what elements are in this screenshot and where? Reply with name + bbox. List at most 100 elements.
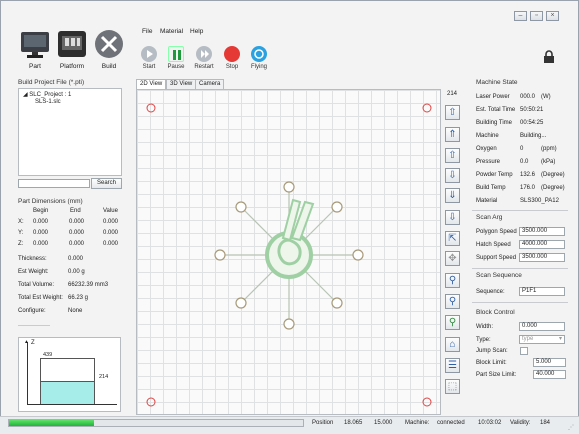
machine-state-key: Material [476,198,498,204]
menu-material[interactable]: Material [160,28,183,35]
configure-value: None [68,308,83,314]
minimize-button[interactable]: – [514,11,527,21]
tree-child[interactable]: SLS-1.slc [35,99,61,105]
scan-arg-title: Scan Arg [476,214,503,221]
tab-3d-view[interactable]: 3D View [166,79,197,89]
machine-state-value: 00:54:25 [520,120,544,126]
clock-time: 10:03:02 [478,420,502,426]
dim-x-axis: X: [18,219,24,225]
type-select[interactable]: type ▾ [519,335,565,344]
platform-label: Platform [59,63,85,70]
machine-state-key: Machine [476,133,499,139]
machine-state-unit: (W) [541,94,551,100]
move-up-icon[interactable]: ⇧ [445,105,460,120]
validity-value: 184 [540,420,551,426]
zoom-out-icon[interactable]: ⚲ [445,294,460,309]
position-label: Position [312,420,334,426]
layer-down-icon[interactable]: ⇩ [445,168,460,183]
dim-x-begin: 0.000 [33,219,49,225]
configure-label: Configure: [18,308,46,314]
dim-x-value: 0.000 [103,219,119,225]
dim-y-end: 0.000 [69,230,85,236]
build-progress-fill [9,420,95,426]
menu-help[interactable]: Help [190,28,203,35]
menu-file[interactable]: File [142,28,152,35]
flying-button[interactable] [251,46,267,62]
select-arrow-icon[interactable]: ⇱ [445,231,460,246]
maximize-button[interactable]: ▫ [530,11,543,21]
tree-root-label: SLC_Project : 1 [29,92,72,98]
est-weight-value: 0.00 g [68,269,85,275]
block-limit-input[interactable]: 5.000 [533,358,566,367]
machine-state-key: Powder Temp [476,172,513,178]
top-layer-value: 439 [43,352,53,358]
search-button[interactable]: Search [91,178,122,189]
support-speed-label: Support Speed [476,255,517,261]
tab-camera[interactable]: Camera [195,79,225,89]
search-input[interactable] [18,179,90,188]
position-y: 15.000 [374,420,393,426]
thickness-value: 0.000 [68,256,84,262]
machine-state-value: 132.6 [520,172,536,178]
part-size-limit-input[interactable]: 40.000 [533,370,566,379]
support-speed-input[interactable]: 3500.000 [519,253,565,262]
progress-fill [41,381,94,404]
machine-state-value: 000.0 [520,94,536,100]
base-line [27,404,117,405]
frame-icon[interactable]: ⬚ [445,379,460,394]
est-weight-label: Est Weight: [18,269,49,275]
machine-state-value: Building... [520,133,547,139]
dim-y-value: 0.000 [103,230,119,236]
type-label: Type: [476,337,491,343]
restart-button[interactable] [196,46,212,62]
sequence-input[interactable]: P1F1 [519,287,565,296]
machine-state-title: Machine State [476,79,518,86]
machine-state-value: 176.0 [520,185,536,191]
total-est-weight-label: Total Est Weight: [18,295,63,301]
jump-scan-checkbox[interactable] [520,347,528,355]
resize-grip-icon[interactable]: ⋰ [568,424,574,431]
tree-root[interactable]: ◢ SLC_Project : 1 [23,91,71,98]
machine-state-key: Laser Power [476,94,510,100]
width-label: Width: [476,324,494,330]
zoom-in-icon[interactable]: ⚲ [445,273,460,288]
width-input[interactable]: 0.000 [519,322,565,331]
dim-y-begin: 0.000 [33,230,49,236]
dim-header-value: Value [103,208,118,214]
zoom-fit-icon[interactable]: ⚲ [445,315,460,330]
polygon-speed-input[interactable]: 3500.000 [519,227,565,236]
home-icon[interactable]: ⌂ [445,337,460,352]
machine-status-value: connected [437,420,465,426]
layer-drawing [146,103,432,407]
lock-icon[interactable] [543,50,555,66]
layer-down-fast-icon[interactable]: ⇓ [445,188,460,203]
layer-canvas[interactable] [136,89,441,415]
position-x: 18.065 [344,420,363,426]
printer-icon[interactable] [55,28,89,60]
stop-label: Stop [225,64,239,70]
machine-state-unit: (Degree) [541,185,565,191]
layer-number: 214 [447,91,458,97]
close-button[interactable]: × [546,11,559,21]
stop-button[interactable] [224,46,240,62]
hatch-speed-input[interactable]: 4000.000 [519,240,565,249]
monitor-icon[interactable] [18,28,52,60]
machine-state-value: 0 [520,146,524,152]
machine-status-label: Machine: [405,420,430,426]
tab-2d-view[interactable]: 2D View [136,79,167,89]
machine-state-value: 50:50:21 [520,107,544,113]
dim-z-value: 0.000 [103,241,119,247]
dim-z-axis: Z: [18,241,24,247]
layer-up-icon[interactable]: ⇧ [445,148,460,163]
list-icon[interactable]: ☰ [445,358,460,373]
pause-button[interactable] [168,46,184,62]
z-axis-line [27,342,28,404]
start-button[interactable] [141,46,157,62]
dim-header-end: End [70,208,81,214]
tools-icon[interactable] [93,28,127,60]
pan-icon[interactable]: ✥ [445,251,460,266]
dim-header-begin: Begin [33,208,49,214]
layer-up-fast-icon[interactable]: ⇑ [445,127,460,142]
total-volume-value: 66232.39 mm3 [68,282,109,288]
move-down-icon[interactable]: ⇩ [445,210,460,225]
